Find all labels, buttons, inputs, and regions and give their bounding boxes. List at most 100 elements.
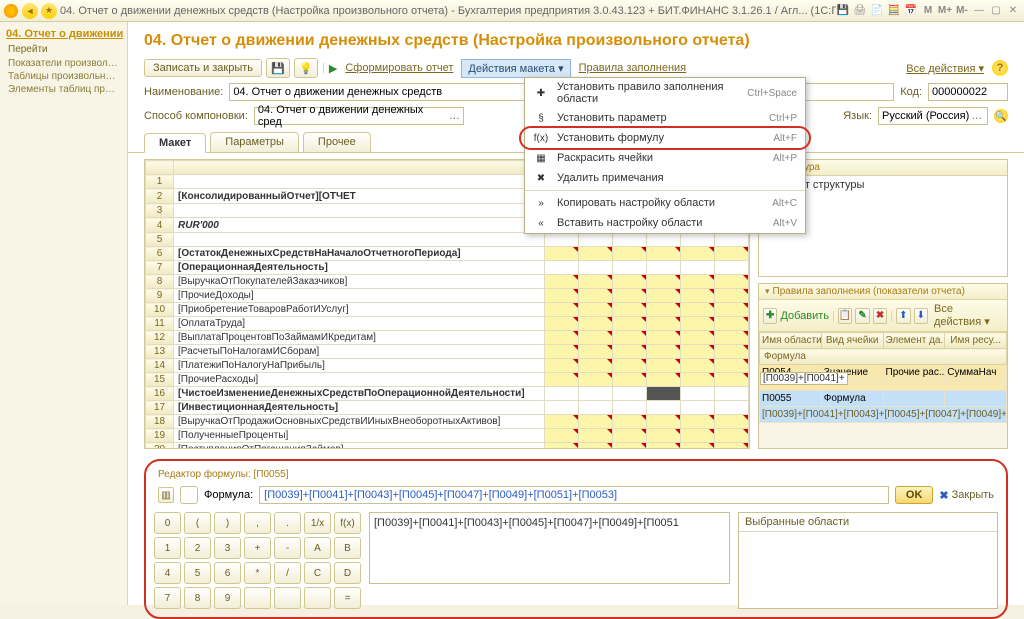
dropdown-item[interactable]: »Копировать настройку областиAlt+C [525, 193, 805, 213]
keypad-key[interactable]: ) [214, 512, 241, 534]
keypad-key[interactable]: A [304, 537, 331, 559]
sheet-row[interactable]: 10[ПриобретениеТоваровРаботИУслуг] [146, 303, 749, 317]
rules-col-formula[interactable]: Формула [760, 349, 1007, 365]
sheet-row[interactable]: 8[ВыручкаОтПокупателейЗаказчиков] [146, 275, 749, 289]
copy-rule-button[interactable]: 📋 [838, 308, 852, 324]
keypad-key[interactable]: B [334, 537, 361, 559]
sheet-row[interactable]: 14[ПлатежиПоНалогуНаПрибыль] [146, 359, 749, 373]
sheet-row[interactable]: 7[ОперационнаяДеятельность] [146, 261, 749, 275]
keypad-key[interactable]: 9 [214, 587, 241, 609]
keypad-key[interactable]: 1 [154, 537, 181, 559]
dropdown-item[interactable]: ✚Установить правило заполнения областиCt… [525, 78, 805, 108]
sheet-row[interactable]: 20[ПоступленияОтПогашенияЗаймов] [146, 443, 749, 450]
rules-col-res[interactable]: Имя ресу... [945, 333, 1007, 349]
calendar-icon[interactable]: 📅 [904, 4, 918, 18]
sheet-row[interactable]: 5 [146, 233, 749, 247]
delete-rule-button[interactable]: ✖ [873, 308, 887, 324]
keypad-key[interactable]: 1/x [304, 512, 331, 534]
doc-icon[interactable]: 📄 [870, 4, 884, 18]
keypad-key[interactable]: 0 [154, 512, 181, 534]
left-nav-item[interactable]: Элементы таблиц произв... [4, 83, 123, 96]
left-nav-item[interactable]: Таблицы произвольных о... [4, 70, 123, 83]
keypad-key[interactable]: C [304, 562, 331, 584]
m-minus-button[interactable]: M- [955, 4, 969, 18]
keypad-key[interactable] [304, 587, 331, 609]
lang-search-icon[interactable]: 🔍 [994, 109, 1008, 123]
minimize-icon[interactable]: — [972, 4, 986, 18]
keypad-key[interactable]: f(x) [334, 512, 361, 534]
close-button[interactable]: ✖Закрыть [939, 489, 994, 502]
keypad-key[interactable]: + [244, 537, 271, 559]
keypad-key[interactable]: 2 [184, 537, 211, 559]
rules-col-cell[interactable]: Вид ячейки [821, 333, 883, 349]
code-input[interactable] [928, 83, 1008, 101]
keypad-key[interactable]: 3 [214, 537, 241, 559]
fav-icon[interactable]: ★ [41, 3, 57, 19]
dropdown-item[interactable]: ▦Раскрасить ячейкиAlt+P [525, 148, 805, 168]
help-icon[interactable]: ? [992, 60, 1008, 76]
rules-head[interactable]: Правила заполнения (показатели отчета) [759, 284, 1007, 300]
move-up-button[interactable]: ⬆ [896, 308, 910, 324]
dropdown-item[interactable]: §Установить параметрCtrl+P [525, 108, 805, 128]
keypad-key[interactable]: 6 [214, 562, 241, 584]
lightbulb-button[interactable]: 💡 [294, 58, 318, 78]
keypad-key[interactable]: , [244, 512, 271, 534]
keypad-key[interactable] [274, 587, 301, 609]
formula-input[interactable] [259, 486, 889, 504]
editor-check[interactable] [180, 486, 198, 504]
sheet-row[interactable]: 17[ИнвестиционнаяДеятельность] [146, 401, 749, 415]
sheet-row[interactable]: 16[ЧистоеИзменениеДенежныхСредствПоОпера… [146, 387, 749, 401]
left-nav-title[interactable]: 04. Отчет о движении... [4, 26, 123, 42]
keypad-key[interactable]: = [334, 587, 361, 609]
tab-layout[interactable]: Макет [144, 133, 206, 153]
keypad-key[interactable]: 8 [184, 587, 211, 609]
lang-select[interactable]: Русский (Россия)… [878, 107, 988, 125]
rules-col-elem[interactable]: Элемент да... [883, 333, 945, 349]
close-icon[interactable]: ✕ [1006, 4, 1020, 18]
add-rule-button[interactable]: ✚ [763, 308, 777, 324]
keypad-key[interactable]: D [334, 562, 361, 584]
rules-all-actions[interactable]: Все действия ▾ [934, 303, 1003, 328]
dropdown-item[interactable]: f(x)Установить формулуAlt+F [525, 128, 805, 148]
form-report-button[interactable]: Сформировать отчет [341, 60, 457, 76]
keypad-key[interactable]: 5 [184, 562, 211, 584]
dropdown-item[interactable]: ✖Удалить примечания [525, 168, 805, 188]
save-button[interactable]: 💾 [266, 58, 290, 78]
editor-tool-icon[interactable]: ▥ [158, 487, 174, 503]
m-plus-button[interactable]: M+ [938, 4, 952, 18]
sheet-row[interactable]: 18[ВыручкаОтПродажиОсновныхСредствИИныхВ… [146, 415, 749, 429]
ok-button[interactable]: OK [895, 486, 934, 504]
keypad-key[interactable]: 7 [154, 587, 181, 609]
maximize-icon[interactable]: ▢ [989, 4, 1003, 18]
sheet-row[interactable]: 13[РасчетыПоНалогамИСборам] [146, 345, 749, 359]
fill-rules-button[interactable]: Правила заполнения [575, 60, 691, 76]
print-icon[interactable]: 🖨 [853, 4, 867, 18]
save-icon[interactable]: 💾 [836, 4, 850, 18]
keypad-key[interactable]: 4 [154, 562, 181, 584]
keypad-key[interactable] [244, 587, 271, 609]
sheet-row[interactable]: 12[ВыплатаПроцентовПоЗаймамИКредитам] [146, 331, 749, 345]
keypad-key[interactable]: . [274, 512, 301, 534]
keypad-key[interactable]: * [244, 562, 271, 584]
layout-actions-menu[interactable]: Действия макета ▾ [461, 59, 570, 78]
sheet-row[interactable]: 11[ОплатаТруда] [146, 317, 749, 331]
all-actions-button[interactable]: Все действия ▾ [902, 60, 988, 77]
left-nav-item[interactable]: Показатели произвольны... [4, 57, 123, 70]
sheet-row[interactable]: 15[ПрочиеРасходы] [146, 373, 749, 387]
sheet-row[interactable]: 6[ОстатокДенежныхСредствНаНачалоОтчетног… [146, 247, 749, 261]
m-button[interactable]: M [921, 4, 935, 18]
keypad-key[interactable]: - [274, 537, 301, 559]
edit-rule-button[interactable]: ✎ [855, 308, 869, 324]
save-close-button[interactable]: Записать и закрыть [144, 59, 262, 77]
rules-col-area[interactable]: Имя области [760, 333, 822, 349]
tab-params[interactable]: Параметры [210, 132, 299, 152]
keypad-key[interactable]: ( [184, 512, 211, 534]
calc-icon[interactable]: 🧮 [887, 4, 901, 18]
add-rule-label[interactable]: Добавить [780, 310, 829, 322]
back-icon[interactable]: ◄ [22, 3, 38, 19]
dropdown-item[interactable]: «Вставить настройку областиAlt+V [525, 213, 805, 233]
sheet-row[interactable]: 19[ПолученныеПроценты] [146, 429, 749, 443]
move-down-button[interactable]: ⬇ [914, 308, 928, 324]
keypad-key[interactable]: / [274, 562, 301, 584]
layout-select[interactable]: 04. Отчет о движении денежных сред… [254, 107, 464, 125]
